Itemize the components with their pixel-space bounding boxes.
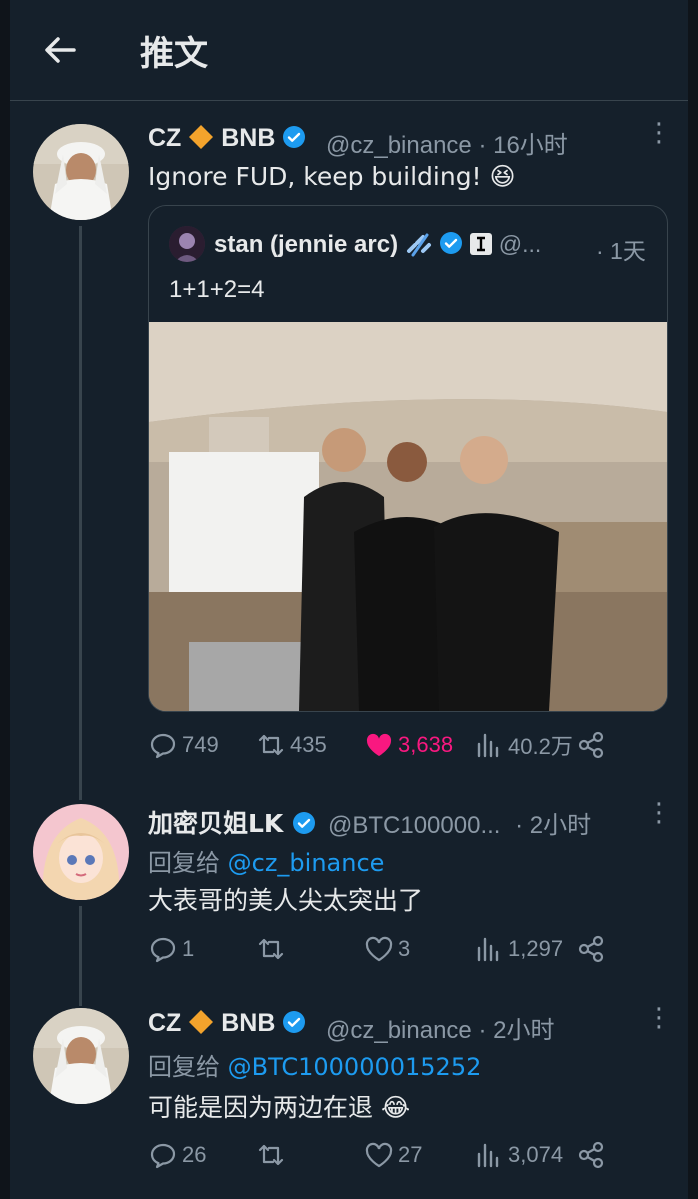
quoted-tweet[interactable]: stan (jennie arc) @... · 1天 1+1+2=4 [148, 205, 668, 712]
right-edge [688, 0, 698, 1199]
views-bar-icon [477, 733, 499, 758]
mention-link[interactable]: @cz_binance [228, 849, 385, 877]
reply-icon [150, 1143, 176, 1169]
retweet-button[interactable]: 435 [256, 728, 327, 762]
top-bar: 推文 [10, 0, 688, 101]
verified-badge-icon [283, 1011, 306, 1033]
author-handle[interactable]: @cz_binance · 16小时 [326, 125, 568, 160]
bnb-diamond-icon [189, 125, 214, 149]
tweet-text: 大表哥的美人尖太突出了 [148, 886, 424, 915]
mention-link[interactable]: @BTC100000015252 [228, 1053, 482, 1081]
retweet-button[interactable] [256, 1138, 290, 1172]
bnb-diamond-icon [189, 1010, 214, 1034]
views-button[interactable]: 1,297 [474, 932, 563, 966]
verified-badge-icon [293, 812, 316, 834]
verified-badge-icon [283, 126, 306, 148]
heart-filled-icon [366, 733, 392, 756]
share-button[interactable] [576, 932, 606, 966]
heart-outline-icon [365, 1142, 393, 1168]
thread-line [79, 906, 82, 1006]
reply-icon [150, 733, 176, 759]
emoji: 😆 [489, 162, 516, 191]
retweet-icon [258, 1144, 284, 1166]
author-handle[interactable]: @cz_binance · 2小时 [326, 1010, 554, 1045]
reply-button[interactable]: 749 [148, 728, 219, 762]
tweet-actions: 1 3 1,297 [148, 932, 618, 966]
replying-to: 回复给 @cz_binance [148, 849, 385, 877]
tweet-actions: 749 435 3,638 40.2万 [148, 728, 618, 762]
quote-avatar[interactable] [169, 226, 205, 262]
tweet-text: 可能是因为两边在退 😂 [148, 1093, 411, 1122]
retweet-icon [258, 938, 284, 960]
like-button[interactable]: 3 [364, 932, 410, 966]
like-button[interactable]: 27 [364, 1138, 422, 1172]
avatar[interactable] [33, 124, 129, 220]
quote-time: · 1天 [596, 238, 646, 264]
emoji: 😂 [380, 1093, 411, 1122]
tweet-detail-screen: 推文 CZ BNB @cz_binance · 16小时 ⋮ Ignore FU… [0, 0, 698, 1199]
verified-badge-icon [440, 232, 463, 254]
retweet-button[interactable] [256, 932, 290, 966]
views-button[interactable]: 3,074 [474, 1138, 563, 1172]
like-button[interactable]: 3,638 [364, 728, 453, 762]
share-icon [578, 1141, 604, 1169]
page-title: 推文 [140, 34, 208, 74]
heart-outline-icon [365, 936, 393, 962]
author-name[interactable]: CZ BNB [148, 124, 306, 153]
avatar[interactable] [33, 804, 129, 900]
quote-author[interactable]: stan (jennie arc) @... [214, 231, 541, 259]
reply-button[interactable]: 1 [148, 932, 194, 966]
share-icon [578, 731, 604, 759]
views-button[interactable]: 40.2万 [474, 728, 573, 762]
author-name[interactable]: 加密贝姐LK [148, 804, 316, 840]
views-bar-icon [477, 937, 499, 962]
chain-link-icon [406, 233, 431, 257]
tweet-actions: 26 27 3,074 [148, 1138, 618, 1172]
reply-button[interactable]: 26 [148, 1138, 206, 1172]
author-handle[interactable]: @BTC100000... · 2小时 [328, 805, 591, 840]
retweet-icon [258, 734, 284, 756]
back-arrow-icon[interactable] [40, 30, 80, 70]
share-icon [578, 935, 604, 963]
quote-text: 1+1+2=4 [169, 276, 265, 303]
reply-icon [150, 937, 176, 963]
replying-to: 回复给 @BTC100000015252 [148, 1053, 482, 1081]
views-bar-icon [477, 1143, 499, 1168]
thread-line [79, 226, 82, 800]
share-button[interactable] [576, 728, 606, 762]
affiliate-badge-icon [470, 233, 493, 255]
more-options-icon[interactable]: ⋮ [646, 1004, 672, 1030]
more-options-icon[interactable]: ⋮ [646, 119, 672, 145]
author-name[interactable]: CZ BNB [148, 1009, 306, 1038]
tweet-photo[interactable] [149, 322, 667, 711]
avatar[interactable] [33, 1008, 129, 1104]
share-button[interactable] [576, 1138, 606, 1172]
tweet-text: Ignore FUD, keep building! 😆 [148, 162, 516, 191]
left-edge [0, 0, 10, 1199]
more-options-icon[interactable]: ⋮ [646, 799, 672, 825]
